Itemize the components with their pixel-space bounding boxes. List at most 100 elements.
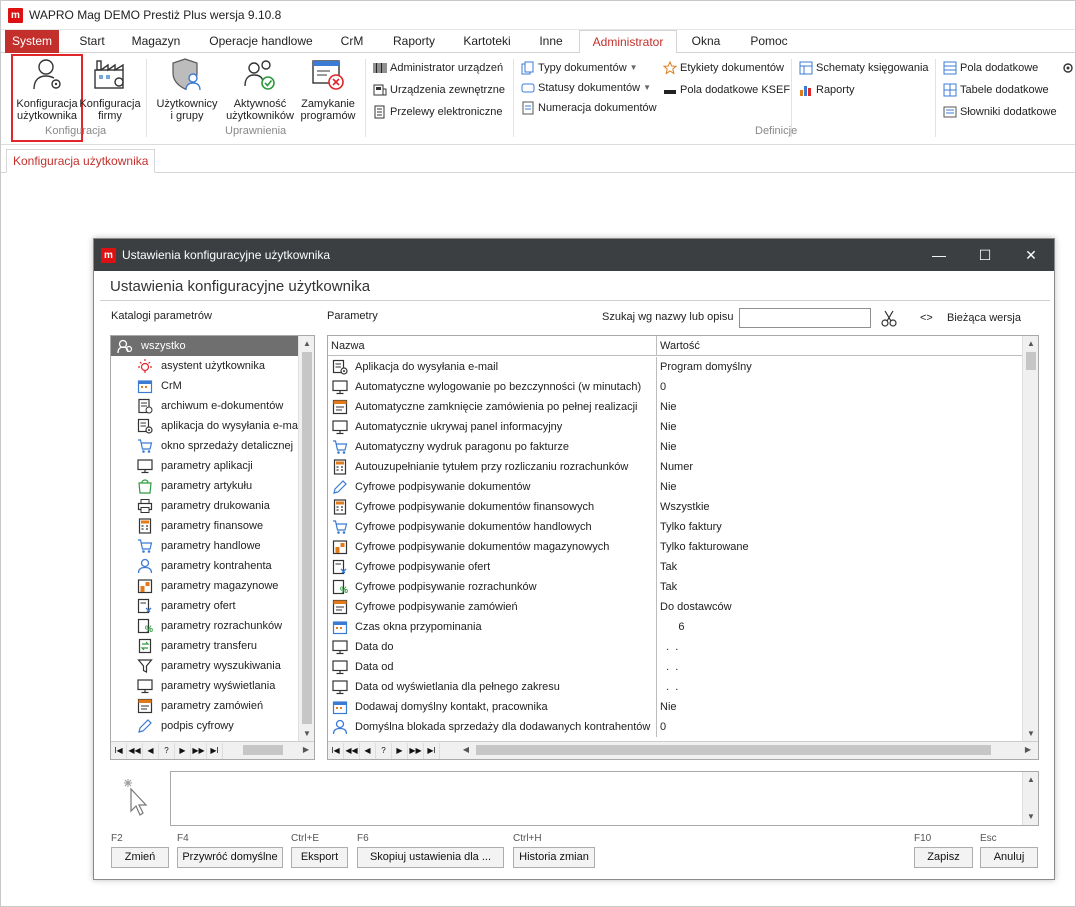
nav-button[interactable]: ▶▶ [191, 742, 207, 759]
schematy-button[interactable]: Schematy księgowania [799, 59, 929, 77]
table-row[interactable]: Aplikacja do wysyłania e-mail Program dom… [328, 357, 1022, 377]
zamykanie-button[interactable]: Zamykanie programów [297, 56, 359, 122]
table-row[interactable]: Cyfrowe podpisywanie zamówień Do dostawcó… [328, 597, 1022, 617]
aktywnosc-button[interactable]: Aktywność użytkowników [223, 56, 297, 122]
scroll-thumb[interactable] [1026, 352, 1036, 370]
numeracja-button[interactable]: Numeracja dokumentów [521, 99, 657, 117]
scroll-down-arrow[interactable]: ▼ [1023, 726, 1038, 742]
catalog-item[interactable]: parametry handlowe [111, 536, 299, 556]
catalog-item[interactable]: parametry ofert [111, 596, 299, 616]
catalog-item[interactable]: podpis cyfrowy [111, 716, 299, 736]
table-row[interactable]: Cyfrowe podpisywanie dokumentów finansow… [328, 497, 1022, 517]
catalog-item[interactable]: archiwum e-dokumentów [111, 396, 299, 416]
menu-administrator[interactable]: Administrator [579, 30, 677, 54]
scroll-right-arrow[interactable]: ▶ [298, 742, 314, 758]
table-row[interactable]: Automatycznie ukrywaj panel informacyjny… [328, 417, 1022, 437]
statusy-dokumentow-button[interactable]: Statusy dokumentów ▼ [521, 79, 651, 97]
table-row[interactable]: Automatyczny wydruk paragonu po fakturze… [328, 437, 1022, 457]
catalog-item[interactable]: parametry aplikacji [111, 456, 299, 476]
nav-button[interactable]: ? [159, 742, 175, 759]
param-value[interactable]: 0 [660, 377, 666, 397]
param-value[interactable]: Nie [660, 477, 677, 497]
scroll-thumb[interactable] [243, 745, 283, 755]
nav-button[interactable]: I◀ [111, 742, 127, 759]
scroll-down-arrow[interactable]: ▼ [299, 726, 314, 742]
zapisz-button[interactable]: Zapisz [914, 847, 973, 868]
catalog-item[interactable]: % parametry rozrachunków [111, 616, 299, 636]
catalog-item[interactable]: parametry zamówień [111, 696, 299, 716]
typy-dokumentow-button[interactable]: Typy dokumentów ▼ [521, 59, 638, 77]
menu-raporty[interactable]: Raporty [381, 30, 447, 53]
table-row[interactable]: Automatyczne wylogowanie po bezczynności… [328, 377, 1022, 397]
table-row[interactable]: Cyfrowe podpisywanie dokumentów handlowy… [328, 517, 1022, 537]
menu-inne[interactable]: Inne [527, 30, 575, 53]
param-value[interactable]: . . [660, 677, 678, 697]
tabele-dodatkowe-button[interactable]: Tabele dodatkowe [943, 81, 1049, 99]
param-value[interactable]: Tylko fakturowane [660, 537, 749, 557]
scroll-thumb[interactable] [302, 352, 312, 724]
nav-button[interactable]: ▶▶ [408, 742, 424, 759]
urzadzenia-zewnetrzne-button[interactable]: Urządzenia zewnętrzne [373, 81, 505, 99]
nav-button[interactable]: ◀◀ [344, 742, 360, 759]
minimize-button[interactable]: — [916, 239, 962, 271]
maximize-button[interactable]: ☐ [962, 239, 1008, 271]
catalog-item[interactable]: parametry wyszukiwania [111, 656, 299, 676]
table-row[interactable]: Data od wyświetlania dla pełnego zakresu… [328, 677, 1022, 697]
version-toggle[interactable]: <> [920, 312, 933, 324]
menu-kartoteki[interactable]: Kartoteki [453, 30, 521, 53]
menu-crm[interactable]: CrM [331, 30, 373, 53]
nav-button[interactable]: ◀ [360, 742, 376, 759]
table-row[interactable]: Automatyczne zamknięcie zamówienia po pe… [328, 397, 1022, 417]
slowniki-button[interactable]: Słowniki dodatkowe [943, 103, 1057, 121]
catalog-item[interactable]: aplikacja do wysyłania e-ma [111, 416, 299, 436]
table-row[interactable]: Data od . . [328, 657, 1022, 677]
param-value[interactable]: Wszystkie [660, 497, 710, 517]
table-row[interactable]: Czas okna przypominania 6 [328, 617, 1022, 637]
catalog-item[interactable]: asystent użytkownika [111, 356, 299, 376]
menu-operacje-handlowe[interactable]: Operacje handlowe [197, 30, 325, 53]
nav-button[interactable]: ▶ [175, 742, 191, 759]
param-value[interactable]: Nie [660, 417, 677, 437]
catalog-item[interactable]: parametry magazynowe [111, 576, 299, 596]
table-row[interactable]: Dodawaj domyślny kontakt, pracownika Nie [328, 697, 1022, 717]
anuluj-button[interactable]: Anuluj [980, 847, 1038, 868]
skopiuj-ustawienia-button[interactable]: Skopiuj ustawienia dla ... [357, 847, 504, 868]
table-row[interactable]: Data do . . [328, 637, 1022, 657]
konfiguracja-uzytkownika-button[interactable]: Konfiguracja użytkownika [13, 56, 81, 122]
nav-button[interactable]: ▶I [207, 742, 223, 759]
more-settings-button[interactable] [1061, 59, 1076, 77]
param-value[interactable]: Nie [660, 437, 677, 457]
przelewy-button[interactable]: Przelewy elektroniczne [373, 103, 503, 121]
description-vscroll[interactable]: ▲ ▼ [1022, 772, 1038, 825]
param-value[interactable]: 0 [660, 717, 666, 737]
tab-konfiguracja-uzytkownika[interactable]: Konfiguracja użytkownika [6, 149, 156, 173]
raporty-button[interactable]: Raporty [799, 81, 855, 99]
nav-button[interactable]: ▶I [424, 742, 440, 759]
table-row[interactable]: Cyfrowe podpisywanie dokumentów Nie [328, 477, 1022, 497]
catalog-item[interactable]: wszystko [111, 336, 299, 356]
scroll-thumb[interactable] [476, 745, 991, 755]
scroll-right-arrow[interactable]: ▶ [1020, 742, 1036, 758]
menu-magazyn[interactable]: Magazyn [123, 30, 189, 53]
param-value[interactable]: Nie [660, 697, 677, 717]
table-row[interactable]: % Cyfrowe podpisywanie rozrachunków Tak [328, 577, 1022, 597]
scroll-down-arrow[interactable]: ▼ [1023, 809, 1039, 825]
catalog-item[interactable]: parametry finansowe [111, 516, 299, 536]
table-row[interactable]: Domyślna blokada sprzedaży dla dodawanyc… [328, 717, 1022, 737]
catalog-item[interactable]: parametry drukowania [111, 496, 299, 516]
menu-okna[interactable]: Okna [681, 30, 731, 53]
menu-start[interactable]: Start [69, 30, 115, 53]
param-value[interactable]: Program domyślny [660, 357, 752, 377]
nav-button[interactable]: ? [376, 742, 392, 759]
pola-dodatkowe-button[interactable]: Pola dodatkowe [943, 59, 1038, 77]
nav-button[interactable]: I◀ [328, 742, 344, 759]
catalog-item[interactable]: parametry kontrahenta [111, 556, 299, 576]
search-input[interactable] [739, 308, 871, 328]
catalog-item[interactable]: okno sprzedaży detalicznej [111, 436, 299, 456]
scroll-up-arrow[interactable]: ▲ [299, 336, 314, 352]
column-header-name[interactable]: Nazwa [328, 336, 656, 356]
konfiguracja-firmy-button[interactable]: Konfiguracja firmy [77, 56, 143, 122]
param-value[interactable]: Numer [660, 457, 693, 477]
column-header-value[interactable]: Wartość [657, 336, 1017, 356]
catalog-item[interactable]: parametry artykułu [111, 476, 299, 496]
